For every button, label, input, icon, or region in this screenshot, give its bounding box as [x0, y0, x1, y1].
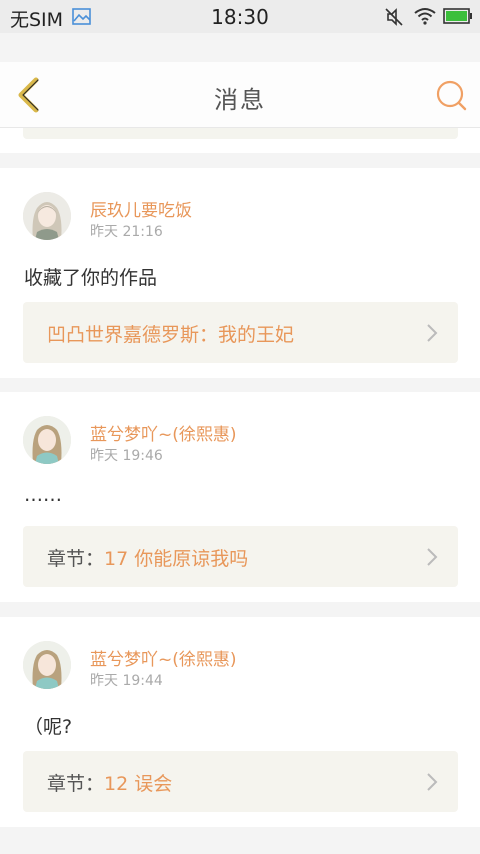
reference-card[interactable]: 凹凸世界嘉德罗斯：我的王妃	[23, 302, 458, 363]
top-spacer	[0, 33, 480, 62]
message-item: 蓝兮梦吖~(徐熙惠) 昨天 19:44 （呢? 章节：12 误会	[0, 617, 480, 827]
avatar[interactable]	[23, 416, 71, 464]
message-text: （呢?	[24, 716, 73, 738]
nav-header: 消息	[0, 62, 480, 128]
reference-prefix: 章节：	[47, 548, 105, 570]
clock: 18:30	[211, 5, 269, 29]
message-text: ……	[24, 484, 62, 506]
reference-card[interactable]: 章节：12 误会	[23, 751, 458, 812]
chevron-right-icon	[427, 773, 438, 791]
avatar[interactable]	[23, 192, 71, 240]
timestamp: 昨天 19:44	[90, 673, 163, 689]
message-item: 蓝兮梦吖~(徐熙惠) 昨天 19:46 …… 章节：17 你能原谅我吗	[0, 392, 480, 602]
previous-reference-partial[interactable]	[23, 128, 458, 139]
status-bar: 无SIM 18:30	[0, 0, 480, 33]
username[interactable]: 蓝兮梦吖~(徐熙惠)	[90, 420, 237, 445]
chevron-right-icon	[427, 548, 438, 566]
wifi-icon	[414, 8, 436, 25]
reference-text: 凹凸世界嘉德罗斯：我的王妃	[47, 320, 294, 347]
message-item: 辰玖儿要吃饭 昨天 21:16 收藏了你的作品 凹凸世界嘉德罗斯：我的王妃	[0, 168, 480, 378]
timestamp: 昨天 19:46	[90, 448, 163, 464]
reference-title: 17 你能原谅我吗	[104, 548, 249, 570]
reference-text: 章节：12 误会	[47, 769, 172, 796]
battery-icon	[443, 8, 472, 24]
mute-icon	[385, 8, 403, 26]
reference-text: 章节：17 你能原谅我吗	[47, 544, 248, 571]
timestamp: 昨天 21:16	[90, 224, 163, 240]
reference-prefix: 章节：	[47, 773, 105, 795]
message-text: 收藏了你的作品	[24, 267, 158, 289]
reference-title: 凹凸世界嘉德罗斯：我的王妃	[47, 324, 295, 346]
username[interactable]: 蓝兮梦吖~(徐熙惠)	[90, 645, 237, 670]
reference-title: 12 误会	[104, 773, 173, 795]
chevron-right-icon	[427, 324, 438, 342]
search-icon[interactable]	[434, 78, 468, 112]
page-title: 消息	[214, 86, 266, 114]
avatar[interactable]	[23, 641, 71, 689]
previous-message-partial	[0, 128, 480, 153]
username[interactable]: 辰玖儿要吃饭	[90, 196, 192, 221]
reference-card[interactable]: 章节：17 你能原谅我吗	[23, 526, 458, 587]
